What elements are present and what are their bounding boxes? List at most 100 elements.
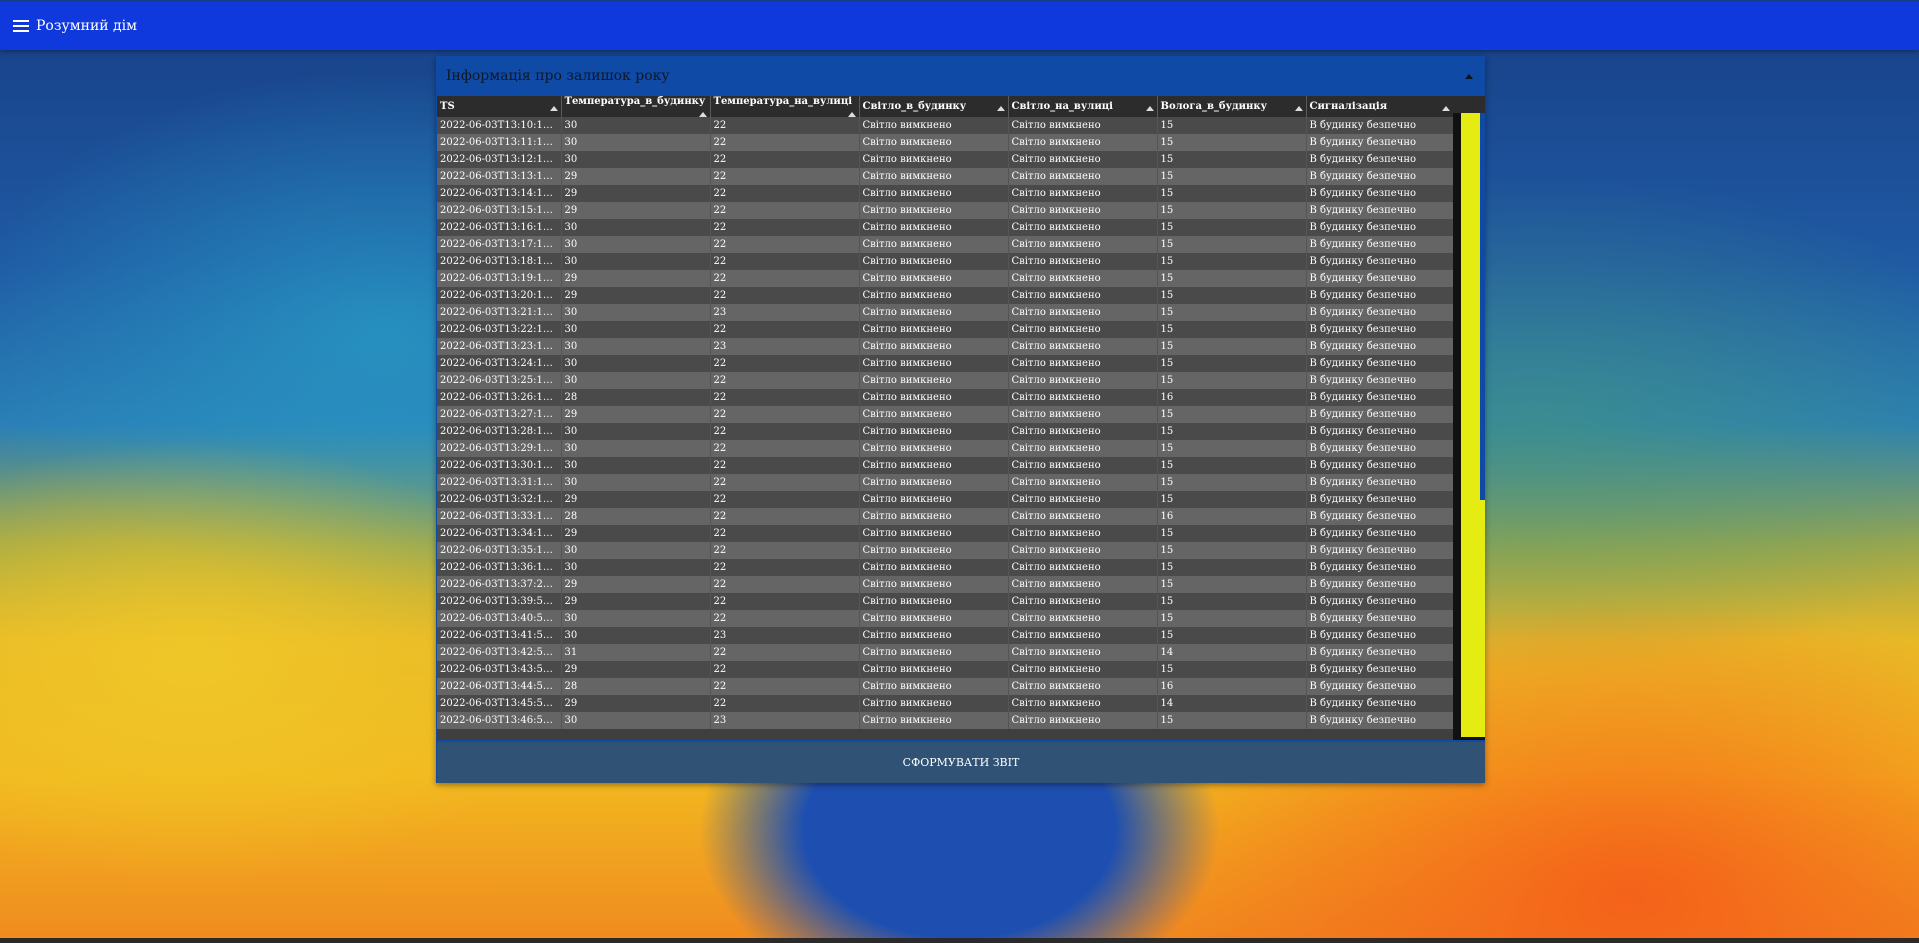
table-cell: В будинку безпечно	[1306, 304, 1454, 321]
table-cell: Світло вимкнено	[1008, 712, 1158, 729]
panel-header[interactable]: Інформація про залишок року	[436, 56, 1485, 96]
table-row[interactable]: 2022-06-03T13:34:14.000Z2922Світло вимкн…	[437, 525, 1454, 542]
table-cell: Світло вимкнено	[859, 593, 1009, 610]
table-cell: В будинку безпечно	[1306, 661, 1454, 678]
hamburger-menu-icon[interactable]	[13, 20, 29, 32]
table-cell: 30	[561, 338, 711, 355]
table-cell: 2022-06-03T13:18:13.000Z	[437, 253, 562, 270]
table-cell: Світло вимкнено	[1008, 457, 1158, 474]
table-row[interactable]: 2022-06-03T13:31:14.000Z3022Світло вимкн…	[437, 474, 1454, 491]
table-cell: 15	[1157, 202, 1307, 219]
table-row[interactable]: 2022-06-03T13:24:13.000Z3022Світло вимкн…	[437, 355, 1454, 372]
table-row[interactable]: 2022-06-03T13:25:14.000Z3022Світло вимкн…	[437, 372, 1454, 389]
column-header-label: Світло_на_вулиці	[1011, 101, 1113, 112]
table-row[interactable]: 2022-06-03T13:35:14.000Z3022Світло вимкн…	[437, 542, 1454, 559]
table-row[interactable]: 2022-06-03T13:21:13.000Z3023Світло вимкн…	[437, 304, 1454, 321]
table-cell: 15	[1157, 559, 1307, 576]
column-header[interactable]: TS	[437, 96, 562, 117]
sort-arrow-icon[interactable]	[698, 112, 707, 117]
column-header[interactable]: Температура_в_будинку	[561, 96, 711, 117]
table-row[interactable]: 2022-06-03T13:19:13.000Z2922Світло вимкн…	[437, 270, 1454, 287]
table-cell: В будинку безпечно	[1306, 644, 1454, 661]
table-row[interactable]: 2022-06-03T13:28:14.000Z3022Світло вимкн…	[437, 423, 1454, 440]
table-cell: 30	[561, 474, 711, 491]
table-cell: 15	[1157, 576, 1307, 593]
table-row[interactable]: 2022-06-03T13:26:14.000Z2822Світло вимкн…	[437, 389, 1454, 406]
table-cell: Світло вимкнено	[859, 151, 1009, 168]
table-cell: 2022-06-03T13:41:59.000Z	[437, 627, 562, 644]
table-cell: 15	[1157, 474, 1307, 491]
vertical-scrollbar[interactable]	[1453, 96, 1485, 740]
sort-arrow-icon[interactable]	[1294, 106, 1303, 111]
table-row[interactable]: 2022-06-03T13:36:14.000Z3022Світло вимкн…	[437, 559, 1454, 576]
column-header[interactable]: Світло_в_будинку	[859, 96, 1009, 117]
table-cell: 29	[561, 287, 711, 304]
table-cell: 22	[710, 117, 860, 134]
table-row[interactable]: 2022-06-03T13:11:13.000Z3022Світло вимкн…	[437, 134, 1454, 151]
table-cell: 15	[1157, 661, 1307, 678]
table-row[interactable]: 2022-06-03T13:22:13.000Z3022Світло вимкн…	[437, 321, 1454, 338]
table-cell: 22	[710, 661, 860, 678]
table-cell: 22	[710, 559, 860, 576]
table-cell: 22	[710, 593, 860, 610]
table-cell: Світло вимкнено	[859, 678, 1009, 695]
table-row[interactable]: 2022-06-03T13:33:14.000Z2822Світло вимкн…	[437, 508, 1454, 525]
column-header[interactable]: Світло_на_вулиці	[1008, 96, 1158, 117]
table-row[interactable]: 2022-06-03T13:30:14.000Z3022Світло вимкн…	[437, 457, 1454, 474]
table-row[interactable]: 2022-06-03T13:37:23.000Z2922Світло вимкн…	[437, 576, 1454, 593]
collapse-arrow-icon[interactable]	[1465, 73, 1473, 79]
table-cell: В будинку безпечно	[1306, 185, 1454, 202]
table-row[interactable]: 2022-06-03T13:44:59.000Z2822Світло вимкн…	[437, 678, 1454, 695]
table-cell: 2022-06-03T13:16:13.000Z	[437, 219, 562, 236]
table-cell: В будинку безпечно	[1306, 202, 1454, 219]
table-row[interactable]: 2022-06-03T13:12:13.000Z3022Світло вимкн…	[437, 151, 1454, 168]
table-cell: 15	[1157, 610, 1307, 627]
table-row[interactable]: 2022-06-03T13:10:13.000Z3022Світло вимкн…	[437, 117, 1454, 134]
table-row[interactable]: 2022-06-03T13:32:14.000Z2922Світло вимкн…	[437, 491, 1454, 508]
sort-arrow-icon[interactable]	[996, 106, 1005, 111]
table-row[interactable]: 2022-06-03T13:17:13.000Z3022Світло вимкн…	[437, 236, 1454, 253]
table-row[interactable]: 2022-06-03T13:20:13.000Z2922Світло вимкн…	[437, 287, 1454, 304]
table-row[interactable]: 2022-06-03T13:23:13.000Z3023Світло вимкн…	[437, 338, 1454, 355]
column-header[interactable]: Температура_на_вулиці	[710, 96, 860, 117]
table-cell: 22	[710, 576, 860, 593]
column-header[interactable]: Волога_в_будинку	[1157, 96, 1307, 117]
sort-arrow-icon[interactable]	[1145, 106, 1154, 111]
table-row[interactable]: 2022-06-03T13:41:59.000Z3023Світло вимкн…	[437, 627, 1454, 644]
table-cell: Світло вимкнено	[859, 627, 1009, 644]
table-cell: 22	[710, 508, 860, 525]
table-cell: Світло вимкнено	[859, 253, 1009, 270]
generate-report-button[interactable]: СФОРМУВАТИ ЗВІТ	[437, 742, 1485, 783]
table-row[interactable]: 2022-06-03T13:13:13.000Z2922Світло вимкн…	[437, 168, 1454, 185]
table-cell: 15	[1157, 406, 1307, 423]
table-row[interactable]: 2022-06-03T13:39:59.000Z2922Світло вимкн…	[437, 593, 1454, 610]
table-row[interactable]: 2022-06-03T13:43:59.000Z2922Світло вимкн…	[437, 661, 1454, 678]
table-cell: 29	[561, 406, 711, 423]
table-cell: Світло вимкнено	[1008, 661, 1158, 678]
table-row[interactable]: 2022-06-03T13:42:59.000Z3122Світло вимкн…	[437, 644, 1454, 661]
column-header[interactable]: Сигналізація	[1306, 96, 1454, 117]
table-cell: 15	[1157, 321, 1307, 338]
panel-title: Інформація про залишок року	[446, 68, 670, 84]
table-row[interactable]: 2022-06-03T13:16:13.000Z3022Світло вимкн…	[437, 219, 1454, 236]
table-row[interactable]: 2022-06-03T13:29:14.000Z3022Світло вимкн…	[437, 440, 1454, 457]
table-cell: 16	[1157, 678, 1307, 695]
sort-arrow-icon[interactable]	[847, 112, 856, 117]
table-cell: 2022-06-03T13:19:13.000Z	[437, 270, 562, 287]
table-cell: Світло вимкнено	[859, 202, 1009, 219]
sort-arrow-icon[interactable]	[549, 106, 558, 111]
table-row[interactable]: 2022-06-03T13:40:59.000Z3022Світло вимкн…	[437, 610, 1454, 627]
table-row[interactable]: 2022-06-03T13:45:59.000Z2922Світло вимкн…	[437, 695, 1454, 712]
table-row[interactable]: 2022-06-03T13:18:13.000Z3022Світло вимкн…	[437, 253, 1454, 270]
table-cell: 15	[1157, 168, 1307, 185]
sort-arrow-icon[interactable]	[1441, 106, 1450, 111]
table-cell: В будинку безпечно	[1306, 678, 1454, 695]
table-row[interactable]: 2022-06-03T13:14:13.000Z2922Світло вимкн…	[437, 185, 1454, 202]
table-cell: 30	[561, 627, 711, 644]
table-cell: В будинку безпечно	[1306, 219, 1454, 236]
table-row[interactable]: 2022-06-03T13:27:14.000Z2922Світло вимкн…	[437, 406, 1454, 423]
table-cell: Світло вимкнено	[1008, 355, 1158, 372]
table-cell: 15	[1157, 134, 1307, 151]
table-row[interactable]: 2022-06-03T13:46:59.000Z3023Світло вимкн…	[437, 712, 1454, 729]
table-row[interactable]: 2022-06-03T13:15:13.000Z2922Світло вимкн…	[437, 202, 1454, 219]
